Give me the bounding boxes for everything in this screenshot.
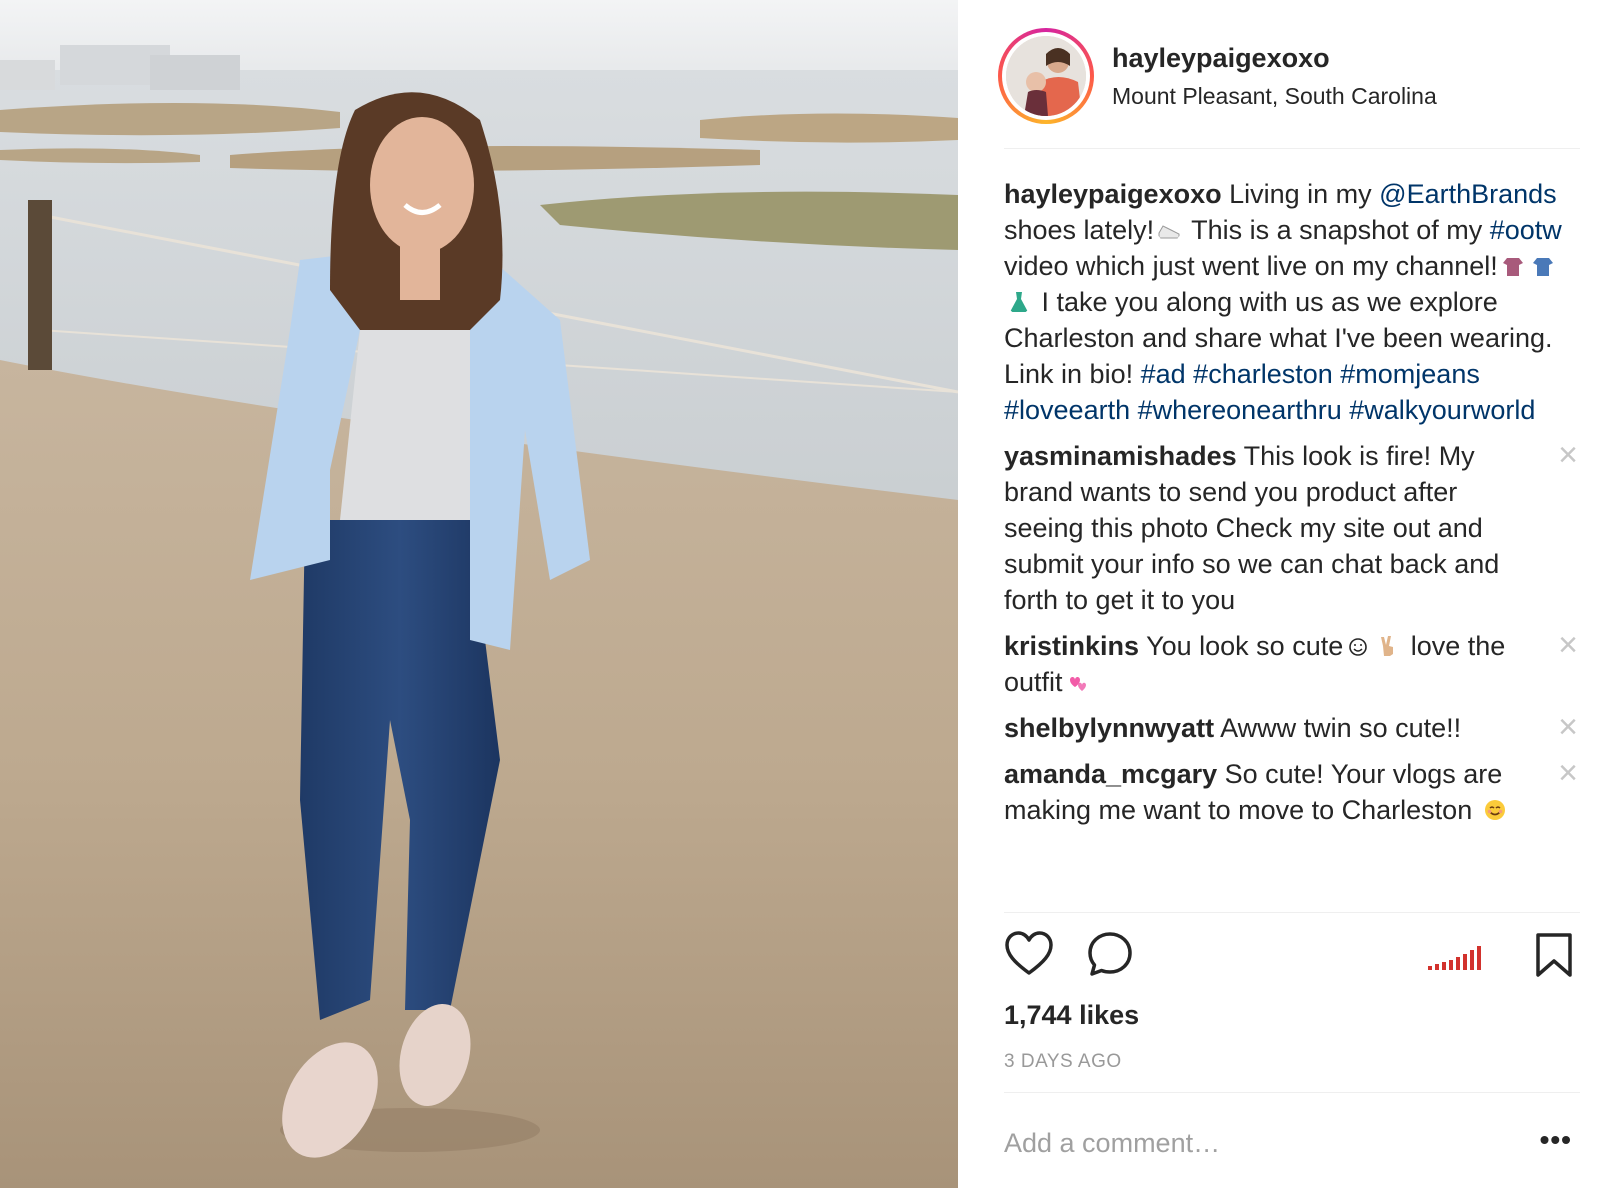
signal-bars-icon[interactable]: [1428, 942, 1488, 977]
comment-text: Awww twin so cute!!: [1214, 713, 1462, 743]
caption-text: shoes lately!: [1004, 215, 1155, 245]
bookmark-icon[interactable]: [1534, 932, 1574, 983]
close-icon[interactable]: ×: [1558, 710, 1578, 744]
two-hearts-emoji-icon: [1069, 677, 1086, 691]
photo-illustration: [0, 0, 958, 1188]
avatar-story-ring[interactable]: [998, 28, 1094, 124]
avatar-image: [1006, 36, 1086, 116]
caption-text: Living in my: [1221, 179, 1380, 209]
post-header: hayleypaigexoxo Mount Pleasant, South Ca…: [998, 28, 1578, 154]
likes-count[interactable]: 1,744 likes: [1004, 1000, 1139, 1031]
post-location[interactable]: Mount Pleasant, South Carolina: [1112, 82, 1437, 110]
hashtag-link[interactable]: #ootw: [1490, 215, 1562, 245]
hashtag-link[interactable]: #charleston: [1193, 359, 1333, 389]
mention-link[interactable]: @EarthBrands: [1379, 179, 1557, 209]
sneaker-emoji-icon: [1158, 225, 1180, 239]
dress-emoji-icon: [1010, 292, 1028, 312]
caption-text: This is a snapshot of my: [1184, 215, 1490, 245]
comment-item: amanda_mcgary So cute! Your vlogs are ma…: [1004, 756, 1580, 828]
comment-text: You look so cute: [1139, 631, 1344, 661]
smiley-emoji-icon: [1349, 638, 1368, 656]
caption: hayleypaigexoxo Living in my @EarthBrand…: [1004, 176, 1580, 428]
post-details-panel: hayleypaigexoxo Mount Pleasant, South Ca…: [958, 0, 1622, 1188]
hashtag-link[interactable]: #momjeans: [1340, 359, 1480, 389]
footer-divider: [1004, 1092, 1580, 1093]
smiling-face-emoji-icon: [1484, 800, 1505, 820]
close-icon[interactable]: ×: [1558, 756, 1578, 790]
more-options-button[interactable]: •••: [1540, 1126, 1572, 1154]
close-icon[interactable]: ×: [1558, 438, 1578, 472]
caption-text: video which just went live on my channel…: [1004, 251, 1498, 281]
comment-username[interactable]: yasminamishades: [1004, 441, 1237, 471]
header-username[interactable]: hayleypaigexoxo: [1112, 42, 1437, 74]
close-icon[interactable]: ×: [1558, 628, 1578, 662]
comment-username[interactable]: kristinkins: [1004, 631, 1139, 661]
comment-bubble-icon[interactable]: [1086, 930, 1134, 983]
hashtag-link[interactable]: #whereonearthru: [1138, 395, 1342, 425]
tshirt-emoji-icon: [1532, 258, 1553, 276]
hashtag-link[interactable]: #walkyourworld: [1349, 395, 1535, 425]
caption-username[interactable]: hayleypaigexoxo: [1004, 179, 1222, 209]
post-photo: [0, 0, 958, 1188]
avatar[interactable]: [1006, 36, 1086, 116]
comment-item: kristinkins You look so cute love the ou…: [1004, 628, 1580, 700]
add-comment-input[interactable]: [1004, 1128, 1504, 1159]
comment-username[interactable]: amanda_mcgary: [1004, 759, 1217, 789]
hashtag-link[interactable]: #ad: [1141, 359, 1186, 389]
comments-list: hayleypaigexoxo Living in my @EarthBrand…: [1004, 176, 1580, 828]
action-bar: [1004, 930, 1580, 986]
comment-item: yasminamishades This look is fire! My br…: [1004, 438, 1580, 618]
header-divider: [1004, 148, 1580, 149]
heart-icon[interactable]: [1004, 930, 1054, 983]
comment-username[interactable]: shelbylynnwyatt: [1004, 713, 1214, 743]
comment-item: shelbylynnwyatt Awww twin so cute!! ×: [1004, 710, 1580, 746]
blouse-emoji-icon: [1502, 258, 1523, 276]
hashtag-link[interactable]: #loveearth: [1004, 395, 1130, 425]
victory-hand-emoji-icon: [1381, 636, 1394, 656]
post-timestamp[interactable]: 3 DAYS AGO: [1004, 1051, 1122, 1073]
comments-divider: [1004, 912, 1580, 913]
